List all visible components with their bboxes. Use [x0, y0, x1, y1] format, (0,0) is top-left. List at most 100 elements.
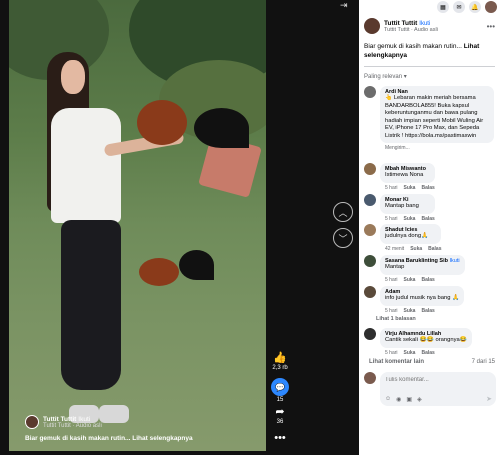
- like-link[interactable]: Suka: [404, 277, 416, 283]
- comment-meta: 5 hari Suka Balas: [380, 350, 472, 356]
- like-link[interactable]: Suka: [404, 216, 416, 222]
- comment-bubble: Virju Alhamndu Lillah Cantik sekali 😂😂 o…: [380, 328, 472, 348]
- comment-meta: 5 hari Suka Balas: [380, 185, 435, 191]
- share-action[interactable]: ➦ 36: [269, 406, 291, 425]
- reply-link[interactable]: Balas: [421, 216, 434, 222]
- comment-text: 👆 Lebaran makin meriah bersama BANDARBOL…: [385, 95, 484, 139]
- author-avatar[interactable]: [25, 415, 39, 429]
- compose-toolbar: ☺ ◉ ▣ ◈: [385, 396, 422, 403]
- comment-bubble: Shadut Icies judulnya dong🙏: [380, 224, 442, 244]
- reply-link[interactable]: Balas: [421, 308, 434, 314]
- comment-item: Monar Ki Mantap bang 5 hari Suka Balas: [364, 194, 494, 222]
- comment-avatar[interactable]: [364, 224, 376, 236]
- rooster-tail: [194, 108, 249, 148]
- post-text: Biar gemuk di kasih makan rutin...: [364, 43, 462, 50]
- comments-panel: ▦ ✉ 🔔 Tuttit Tuttit Ikuti Tuttit Tuttit …: [359, 0, 500, 455]
- compose-box[interactable]: ☺ ◉ ▣ ◈ ➤: [380, 372, 496, 406]
- comment-time: 5 hari: [385, 215, 398, 222]
- post-header: Tuttit Tuttit Ikuti Tuttit Tuttit · Audi…: [359, 14, 500, 34]
- rooster-ground: [139, 258, 179, 286]
- comment-item: Adam info judul musik nya bang 🙏 5 hari …: [364, 286, 494, 314]
- comment-item: Virju Alhamndu Lillah Cantik sekali 😂😂 o…: [364, 328, 494, 356]
- more-action[interactable]: •••: [269, 432, 291, 444]
- comment-text: Istimewa Nona: [385, 172, 424, 178]
- like-link[interactable]: Suka: [410, 246, 422, 252]
- post-author[interactable]: Tuttit Tuttit: [384, 20, 417, 27]
- comment-time: 42 menit: [385, 245, 405, 252]
- share-icon[interactable]: ➦: [275, 406, 284, 418]
- comment-bubble: Ardi Nan 👆 Lebaran makin meriah bersama …: [380, 86, 494, 143]
- sort-dropdown[interactable]: Paling relevan ▾: [359, 67, 500, 80]
- comment-avatar[interactable]: [364, 286, 376, 298]
- chevron-up-icon[interactable]: ︿: [333, 202, 353, 222]
- more-icon[interactable]: •••: [487, 22, 495, 31]
- reply-link[interactable]: Balas: [421, 185, 434, 191]
- like-link[interactable]: Suka: [404, 350, 416, 356]
- video-author-row: Tuttit Tuttit Ikuti Tuttit Tuttit · Audi…: [25, 415, 102, 429]
- comment-action[interactable]: 💬 15: [269, 378, 291, 403]
- comment-avatar[interactable]: [364, 194, 376, 206]
- comment-bubble: Sasana Baruklinting Sib Ikuti Mantap: [380, 255, 465, 275]
- author-name[interactable]: Tuttit Tuttit: [43, 416, 76, 423]
- send-icon[interactable]: ➤: [486, 395, 492, 403]
- comment-avatar[interactable]: [364, 255, 376, 267]
- comment-time: 5 hari: [385, 307, 398, 314]
- like-link[interactable]: Suka: [404, 308, 416, 314]
- bell-icon[interactable]: 🔔: [469, 1, 481, 13]
- reply-link[interactable]: Balas: [421, 350, 434, 356]
- comment-bubble: Mbah Miswanto Istimewa Nona: [380, 163, 435, 183]
- follow-link[interactable]: Ikuti: [450, 258, 460, 264]
- comment-text: Mantap: [385, 264, 405, 270]
- gif-icon[interactable]: ▣: [406, 396, 412, 403]
- comment-bubble: Monar Ki Mantap bang: [380, 194, 435, 214]
- comment-meta: 5 hari Suka Balas: [380, 277, 465, 283]
- comment-avatar[interactable]: [364, 328, 376, 340]
- comment-avatar[interactable]: [364, 86, 376, 98]
- comment-text: Cantik sekali 😂😂 orangnya😂: [385, 337, 467, 343]
- more-icon[interactable]: •••: [274, 432, 286, 444]
- post-caption: Biar gemuk di kasih makan rutin... Lihat…: [359, 34, 500, 60]
- chevron-down-icon[interactable]: ﹀: [333, 228, 353, 248]
- comment-item: Shadut Icies judulnya dong🙏 42 menit Suk…: [364, 224, 494, 252]
- woman-face: [61, 60, 85, 94]
- comment-time: 5 hari: [385, 184, 398, 191]
- comment-text: info judul musik nya bang 🙏: [385, 295, 460, 301]
- comment-input[interactable]: [385, 377, 491, 383]
- grid-icon[interactable]: ▦: [437, 1, 449, 13]
- more-comments-link[interactable]: Lihat komentar lain: [369, 359, 424, 365]
- video-viewer: Tuttit Tuttit Ikuti Tuttit Tuttit · Audi…: [0, 0, 359, 455]
- emoji-icon[interactable]: ☺: [385, 396, 391, 403]
- sticker-icon[interactable]: ◈: [417, 396, 422, 403]
- profile-avatar[interactable]: [485, 1, 497, 13]
- like-action[interactable]: 👍 2,3 rb: [269, 352, 291, 371]
- shoe: [99, 405, 129, 423]
- comment-count-label: 7 dari 15: [471, 359, 495, 365]
- post-avatar[interactable]: [364, 18, 380, 34]
- view-replies-link[interactable]: Lihat 1 balasan: [376, 316, 416, 322]
- follow-link[interactable]: Ikuti: [78, 416, 90, 423]
- top-bar: ▦ ✉ 🔔: [359, 0, 500, 14]
- follow-link[interactable]: Ikuti: [419, 21, 430, 27]
- like-count: 2,3 rb: [272, 365, 288, 371]
- share-count: 36: [276, 419, 284, 425]
- video-caption[interactable]: Biar gemuk di kasih makan rutin... Lihat…: [25, 435, 193, 442]
- more-comments-row: Lihat komentar lain 7 dari 15: [369, 359, 495, 365]
- comment-icon[interactable]: 💬: [271, 378, 289, 396]
- messenger-icon[interactable]: ✉: [453, 1, 465, 13]
- video-player[interactable]: Tuttit Tuttit Ikuti Tuttit Tuttit · Audi…: [9, 0, 266, 451]
- comment-time: Mengirim...: [385, 145, 410, 151]
- exit-icon[interactable]: ⇥: [340, 0, 352, 12]
- audio-label[interactable]: Tuttit Tuttit · Audio asli: [43, 423, 102, 429]
- like-link[interactable]: Suka: [404, 185, 416, 191]
- camera-icon[interactable]: ◉: [396, 396, 401, 403]
- comment-avatar[interactable]: [364, 163, 376, 175]
- comment-meta: Mengirim...: [380, 145, 494, 151]
- post-audio[interactable]: Tuttit Tuttit · Audio asli: [384, 27, 438, 33]
- comment-item: Sasana Baruklinting Sib Ikuti Mantap 5 h…: [364, 255, 494, 283]
- rooster-tail: [179, 250, 214, 280]
- comment-item: Ardi Nan 👆 Lebaran makin meriah bersama …: [364, 86, 494, 151]
- reply-link[interactable]: Balas: [428, 246, 441, 252]
- reply-link[interactable]: Balas: [421, 277, 434, 283]
- thumbs-up-icon[interactable]: 👍: [273, 352, 287, 364]
- comment-text: Mantap bang: [385, 203, 419, 209]
